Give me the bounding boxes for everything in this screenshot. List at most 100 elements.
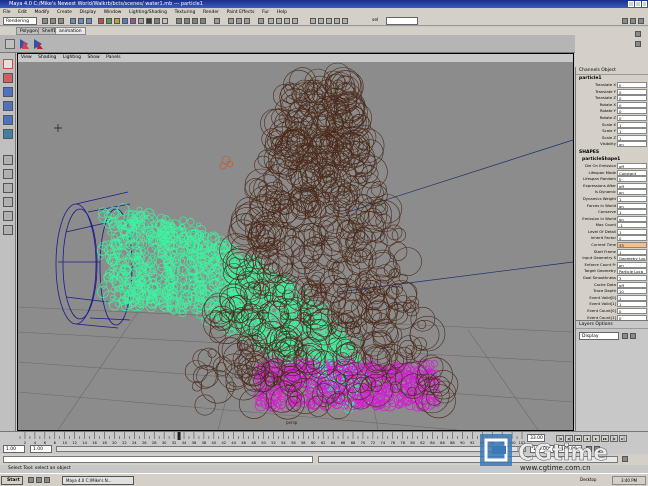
channel-value[interactable]: 0 [617, 95, 647, 102]
ipr-render-icon[interactable] [236, 18, 242, 24]
shelf-menu-icon[interactable] [5, 39, 15, 49]
channel-row[interactable]: Translate X0 [576, 82, 648, 89]
taskbar-maya-window[interactable]: Maya 4.0 C:/Mike's N... [62, 476, 134, 485]
persp-outliner-icon[interactable] [3, 183, 13, 193]
hypershade-layout-icon[interactable] [3, 211, 13, 221]
range-slider-handle[interactable] [57, 447, 517, 451]
channel-row[interactable]: Trace Depth 10 [576, 288, 648, 295]
select-hierarchy-icon[interactable] [70, 18, 76, 24]
select-by-name-input[interactable] [386, 17, 418, 25]
rename-selected-icon[interactable] [334, 18, 340, 24]
channel-row[interactable]: Current Time 33 [576, 242, 648, 249]
channel-value[interactable]: on [617, 261, 647, 268]
channel-row[interactable]: Target Geometry Particle Loca [576, 268, 648, 275]
manipulator-tool-icon[interactable] [3, 129, 13, 139]
select-by-name-icon[interactable] [342, 18, 348, 24]
move-tool-icon[interactable] [3, 87, 13, 97]
viewport-menu-view[interactable]: View [21, 55, 32, 60]
absolute-move-icon[interactable] [318, 18, 324, 24]
channel-row[interactable]: Is Dynamic on [576, 189, 648, 196]
channel-row[interactable]: Event Valid[1] 1 [576, 301, 648, 308]
mask-curve-icon[interactable] [114, 18, 120, 24]
channel-value[interactable]: 0 [617, 176, 647, 183]
channel-row[interactable]: Inherit Factor 0 [576, 235, 648, 242]
start-button[interactable]: Start [1, 476, 23, 485]
layer-editor-tabs[interactable]: Layers Options [576, 321, 648, 329]
range-slider-track[interactable] [56, 446, 526, 452]
numeric-input-icon[interactable] [284, 18, 290, 24]
channel-row[interactable]: Goal Smoothness 3 [576, 275, 648, 282]
perspective-viewport[interactable]: View Shading Lighting Show Panels persp [17, 53, 574, 431]
channel-value[interactable]: on [617, 215, 647, 222]
channel-row[interactable]: Lifespan Random 0 [576, 176, 648, 183]
relative-move-icon[interactable] [326, 18, 332, 24]
selection-field-icon[interactable] [292, 18, 298, 24]
channel-value[interactable]: 0 [617, 82, 647, 88]
set-breakdown-icon[interactable] [32, 37, 44, 51]
channel-row[interactable]: Conserve 1 [576, 209, 648, 216]
shelf-tab-animation[interactable]: animation [55, 27, 86, 35]
channel-row[interactable]: Scale Z1 [576, 134, 648, 142]
new-layer-selected-icon[interactable] [630, 333, 636, 339]
channel-row[interactable]: Dynamics Weight 1 [576, 195, 648, 203]
channel-value[interactable]: Constant [617, 169, 647, 176]
channel-row[interactable]: Enforce Count Fr on [576, 261, 648, 269]
viewport-menu-show[interactable]: Show [87, 55, 99, 60]
channel-value[interactable]: on [617, 202, 647, 209]
channel-row[interactable]: Event Valid[0] 1 [576, 294, 648, 302]
menu-set-selector[interactable]: Rendering [3, 17, 37, 25]
quicklaunch-maya-icon[interactable] [44, 477, 50, 483]
channel-value[interactable]: Geometry Loc [617, 255, 647, 262]
snap-grid-icon[interactable] [176, 18, 182, 24]
channel-value[interactable]: on [617, 189, 647, 196]
channel-row[interactable]: Rotate Z0 [576, 114, 648, 122]
channel-row[interactable]: Rotate Y0 [576, 108, 648, 115]
minimize-button[interactable] [628, 1, 634, 7]
channel-value[interactable]: 0 [617, 88, 647, 95]
rotate-tool-icon[interactable] [3, 101, 13, 111]
quicklaunch-desktop-icon[interactable] [36, 477, 42, 483]
persp-graph-icon[interactable] [3, 197, 13, 207]
channel-value[interactable]: 1 [617, 121, 647, 128]
channel-value[interactable]: 1 [617, 301, 647, 308]
channel-row[interactable]: Translate Y0 [576, 88, 648, 96]
playback-start-field[interactable]: 1.00 [30, 445, 52, 453]
channel-box-node-name[interactable]: particle1 [576, 75, 648, 82]
channel-row[interactable]: Scale Y1 [576, 128, 648, 135]
shape-node-name[interactable]: particleShape1 [576, 156, 648, 163]
render-globals-icon[interactable] [244, 18, 250, 24]
mask-dynamics-icon[interactable] [138, 18, 144, 24]
channel-value[interactable]: 0 [617, 235, 647, 242]
channel-value[interactable]: 0 [617, 308, 647, 314]
toggle-channel-box-icon[interactable] [622, 18, 628, 24]
channel-value[interactable]: 33 [617, 242, 647, 249]
select-object-icon[interactable] [78, 18, 84, 24]
select-tool-icon[interactable] [3, 59, 13, 69]
start-time-field[interactable]: 1.00 [3, 445, 25, 453]
channel-row[interactable]: Input Geometry S Geometry Loc [576, 255, 648, 262]
channel-row[interactable]: Event Count[0] 0 [576, 308, 648, 315]
scene-view[interactable] [18, 62, 573, 430]
channel-value[interactable]: 1 [617, 134, 647, 141]
new-layer-icon[interactable] [622, 333, 628, 339]
channel-value[interactable]: 10 [617, 288, 647, 295]
channel-value[interactable]: 1 [617, 209, 647, 216]
channel-value[interactable]: off [617, 281, 647, 288]
mask-locator-icon[interactable] [162, 18, 168, 24]
toggle-attribute-editor-icon[interactable] [630, 18, 636, 24]
rename-icon[interactable] [276, 18, 282, 24]
channel-row[interactable]: Die On Emission off [576, 162, 648, 170]
channel-value[interactable]: 0 [617, 101, 647, 108]
channel-row[interactable]: Max Count -1 [576, 222, 648, 229]
mask-joint-icon[interactable] [106, 18, 112, 24]
channel-row[interactable]: Visibility on [576, 141, 648, 148]
command-input[interactable] [3, 456, 313, 463]
layout-icon[interactable] [635, 31, 641, 37]
input-line-menu-icon[interactable] [258, 18, 264, 24]
viewport-menu-panels[interactable]: Panels [106, 55, 120, 60]
custom-layout-icon[interactable] [3, 225, 13, 235]
snap-view-plane-icon[interactable] [200, 18, 206, 24]
quicklaunch-ie-icon[interactable] [28, 477, 34, 483]
channel-row[interactable]: Level Of Detail 1 [576, 228, 648, 236]
channel-value[interactable]: 1 [617, 294, 647, 301]
